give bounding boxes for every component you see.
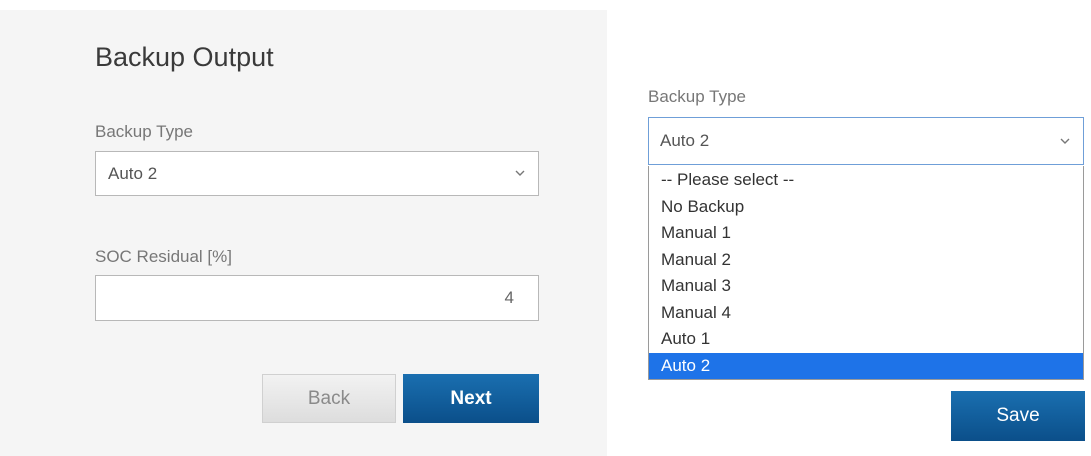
dropdown-option[interactable]: No Backup bbox=[649, 194, 1083, 221]
chevron-down-icon bbox=[1057, 133, 1073, 149]
dropdown-option[interactable]: Auto 2 bbox=[649, 352, 1083, 379]
chevron-down-icon bbox=[512, 166, 528, 182]
save-button[interactable]: Save bbox=[951, 391, 1085, 441]
backup-type-select[interactable]: Auto 2 bbox=[95, 151, 539, 196]
back-button[interactable]: Back bbox=[262, 374, 396, 423]
dropdown-option[interactable]: Manual 2 bbox=[649, 247, 1083, 274]
backup-type-select-value: Auto 2 bbox=[108, 163, 158, 183]
soc-residual-label: SOC Residual [%] bbox=[95, 247, 232, 266]
dropdown-option[interactable]: Manual 4 bbox=[649, 300, 1083, 327]
next-button[interactable]: Next bbox=[403, 374, 539, 423]
dropdown-option[interactable]: Manual 3 bbox=[649, 273, 1083, 300]
screenshot-stage: Backup Output Backup Type Auto 2 SOC Res… bbox=[0, 0, 1091, 456]
dropdown-select-value: Auto 2 bbox=[660, 131, 710, 150]
page-title: Backup Output bbox=[95, 42, 274, 72]
dropdown-option[interactable]: Auto 1 bbox=[649, 326, 1083, 353]
dropdown-option[interactable]: -- Please select -- bbox=[649, 167, 1083, 194]
dropdown-backup-type-label: Backup Type bbox=[648, 87, 746, 106]
backup-type-label: Backup Type bbox=[95, 122, 193, 141]
backup-type-options-list: -- Please select -- No Backup Manual 1 Manu… bbox=[648, 166, 1084, 380]
dropdown-option[interactable]: Manual 1 bbox=[649, 220, 1083, 247]
soc-residual-input[interactable] bbox=[95, 275, 539, 321]
dropdown-backup-type-select[interactable]: Auto 2 bbox=[648, 117, 1084, 165]
